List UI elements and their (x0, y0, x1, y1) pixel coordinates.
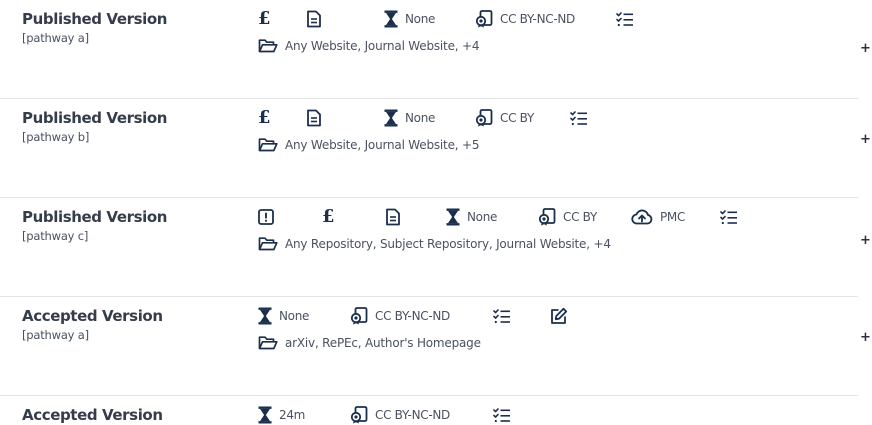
pound-icon: £ (258, 8, 271, 29)
embargo-value: None (405, 12, 436, 26)
repository-value: PMC (660, 210, 686, 224)
embargo-item: 24m (258, 405, 305, 425)
locations-text: Any Repository, Subject Repository, Jour… (285, 237, 611, 251)
license-item: CC BY-NC-ND (475, 9, 575, 29)
pathway-row-accepted-a[interactable]: Accepted Version [pathway a] None CC BY-… (0, 297, 871, 396)
locations-text: Any Website, Journal Website, +4 (285, 39, 480, 53)
license-item: CC BY-NC-ND (350, 405, 450, 425)
folder-open-icon (258, 137, 278, 153)
pathway-row-published-a[interactable]: Published Version [pathway a] £ None CC … (0, 0, 871, 99)
location-line: Any Website, Journal Website, +4 (258, 37, 479, 55)
license-item: CC BY (538, 207, 597, 227)
license-value: CC BY-NC-ND (375, 408, 450, 422)
location-line: arXiv, RePEc, Author's Homepage (258, 334, 481, 352)
folder-open-icon (258, 335, 278, 351)
location-line: Any Website, Journal Website, +5 (258, 136, 479, 154)
pound-icon: £ (322, 206, 335, 227)
pathway-row-published-c[interactable]: Published Version [pathway c] £ None CC … (0, 198, 871, 297)
version-title: Accepted Version (22, 406, 163, 424)
expand-button[interactable]: + (860, 42, 871, 55)
hourglass-icon (258, 307, 272, 325)
pathway-row-published-b[interactable]: Published Version [pathway b] £ None CC … (0, 99, 871, 198)
pathway-label: [pathway b] (22, 130, 90, 144)
pathway-label: [pathway a] (22, 328, 89, 342)
expand-button[interactable]: + (860, 234, 871, 247)
alert-icon (258, 207, 274, 227)
version-title: Published Version (22, 109, 168, 127)
location-line: Any Repository, Subject Repository, Jour… (258, 235, 611, 253)
license-icon (475, 109, 493, 127)
embargo-item: None (384, 9, 435, 29)
document-icon (306, 108, 322, 128)
license-value: CC BY-NC-ND (375, 309, 450, 323)
pathway-label: [pathway c] (22, 229, 89, 243)
folder-open-icon (258, 236, 278, 252)
version-title: Published Version (22, 10, 168, 28)
version-title: Published Version (22, 208, 168, 226)
hourglass-icon (384, 10, 398, 28)
pound-icon: £ (258, 107, 271, 128)
license-icon (475, 10, 493, 28)
checklist-icon (720, 207, 738, 227)
document-icon (385, 207, 401, 227)
checklist-icon (570, 108, 588, 128)
license-item: CC BY (475, 108, 534, 128)
locations-text: Any Website, Journal Website, +5 (285, 138, 480, 152)
pathway-list: Published Version [pathway a] £ None CC … (0, 0, 872, 425)
license-value: CC BY (500, 111, 534, 125)
cloud-upload-icon (631, 209, 653, 225)
embargo-value: None (279, 309, 310, 323)
embargo-item: None (446, 207, 497, 227)
deposit-item: PMC (631, 207, 685, 227)
license-value: CC BY-NC-ND (500, 12, 575, 26)
license-icon (350, 307, 368, 325)
document-icon (306, 9, 322, 29)
expand-button[interactable]: + (860, 331, 871, 344)
license-item: CC BY-NC-ND (350, 306, 450, 326)
hourglass-icon (446, 208, 460, 226)
checklist-icon (616, 9, 634, 29)
checklist-icon (493, 405, 511, 425)
folder-open-icon (258, 38, 278, 54)
embargo-item: None (258, 306, 309, 326)
hourglass-icon (258, 406, 272, 424)
pathway-row-accepted-b[interactable]: Accepted Version 24m CC BY-NC-ND (0, 396, 858, 425)
embargo-value: 24m (279, 408, 306, 422)
edit-icon (550, 306, 568, 326)
license-icon (538, 208, 556, 226)
embargo-item: None (384, 108, 435, 128)
license-value: CC BY (563, 210, 597, 224)
checklist-icon (493, 306, 511, 326)
version-title: Accepted Version (22, 307, 163, 325)
pathway-label: [pathway a] (22, 31, 89, 45)
license-icon (350, 406, 368, 424)
expand-button[interactable]: + (860, 133, 871, 146)
embargo-value: None (405, 111, 436, 125)
embargo-value: None (467, 210, 498, 224)
locations-text: arXiv, RePEc, Author's Homepage (285, 336, 481, 350)
hourglass-icon (384, 109, 398, 127)
